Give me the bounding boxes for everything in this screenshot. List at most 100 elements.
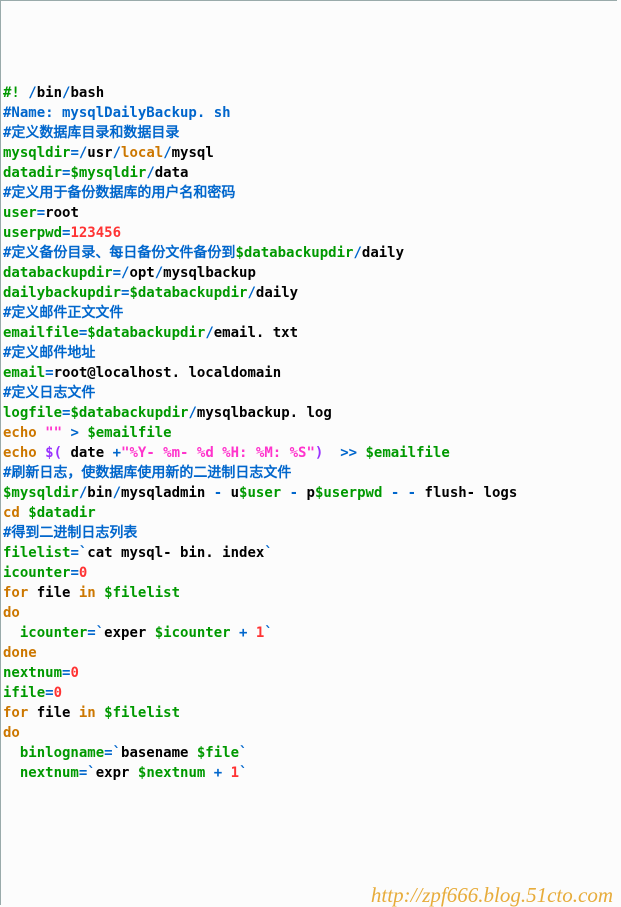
code-token: basename (121, 745, 197, 761)
code-token: date (62, 445, 113, 461)
code-token: $databackupdir (129, 285, 247, 301)
code-token: bin (87, 485, 112, 501)
code-token: opt (129, 265, 154, 281)
code-token: + (214, 765, 222, 781)
code-token (96, 705, 104, 721)
code-token: echo (3, 425, 37, 441)
code-line: cd $datadir (3, 503, 615, 523)
code-token: = (45, 685, 53, 701)
code-token: done (3, 645, 37, 661)
code-token: / (163, 145, 171, 161)
code-line: email=root@localhost. localdomain (3, 363, 615, 383)
code-token: echo (3, 445, 37, 461)
code-line: #定义备份目录、每日备份文件备份到$databackupdir/daily (3, 243, 615, 263)
code-token (222, 765, 230, 781)
code-token: $emailfile (366, 445, 450, 461)
code-token: file (28, 705, 79, 721)
code-token: for (3, 585, 28, 601)
code-token: nextnum (3, 665, 62, 681)
code-token: ifile (3, 685, 45, 701)
code-token: ` (239, 765, 247, 781)
code-token: data (155, 165, 189, 181)
code-line: mysqldir=/usr/local/mysql (3, 143, 615, 163)
watermark-text: http://zpf666.blog.51cto.com (371, 885, 613, 905)
code-token: $mysqldir (70, 165, 146, 181)
code-line: for file in $filelist (3, 583, 615, 603)
code-token (37, 445, 45, 461)
code-line: databackupdir=/opt/mysqlbackup (3, 263, 615, 283)
code-token: $databackupdir (235, 245, 353, 261)
code-token (323, 445, 340, 461)
code-token: mysqladmin (121, 485, 214, 501)
code-token: =` (70, 545, 87, 561)
code-token (3, 625, 20, 641)
code-line: do (3, 603, 615, 623)
code-line: icounter=0 (3, 563, 615, 583)
code-token: bin (37, 85, 62, 101)
code-token: =/ (113, 265, 130, 281)
code-token: #定义日志文件 (3, 385, 95, 401)
code-token: exper (104, 625, 155, 641)
code-token: > (70, 425, 87, 441)
code-token: filelist (3, 545, 70, 561)
code-line: icounter=`exper $icounter + 1` (3, 623, 615, 643)
code-token: $userpwd (315, 485, 382, 501)
code-token: daily (362, 245, 404, 261)
code-token: icounter (20, 625, 87, 641)
code-line: user=root (3, 203, 615, 223)
code-token: / (205, 325, 213, 341)
code-token: #Name: mysqlDailyBackup. sh (3, 105, 231, 121)
code-token: + (113, 445, 121, 461)
code-token: - (214, 485, 222, 501)
code-token (3, 765, 20, 781)
code-token: / (155, 265, 163, 281)
code-token: =/ (70, 145, 87, 161)
code-token: "%Y- %m- %d %H: %M: %S" (121, 445, 315, 461)
code-token (382, 485, 390, 501)
code-token: #定义备份目录、每日备份文件备份到 (3, 245, 235, 261)
code-token: #定义用于备份数据库的用户名和密码 (3, 185, 235, 201)
code-token: do (3, 605, 20, 621)
code-token (231, 625, 239, 641)
code-token: $( (45, 445, 62, 461)
code-token: mysql (172, 145, 214, 161)
code-line: for file in $filelist (3, 703, 615, 723)
code-token: 123456 (70, 225, 121, 241)
code-token: / (188, 405, 196, 421)
code-line: nextnum=`expr $nextnum + 1` (3, 763, 615, 783)
code-token: = (37, 205, 45, 221)
code-line: datadir=$mysqldir/data (3, 163, 615, 183)
code-token: $user (239, 485, 281, 501)
code-line: #得到二进制日志列表 (3, 523, 615, 543)
code-token: in (79, 585, 96, 601)
code-line: #定义邮件地址 (3, 343, 615, 363)
code-token: $mysqldir (3, 485, 79, 501)
code-token: $databackupdir (70, 405, 188, 421)
code-token (37, 425, 45, 441)
code-token: icounter (3, 565, 70, 581)
code-token: cat mysql- bin. index (87, 545, 264, 561)
code-token: expr (96, 765, 138, 781)
code-line: dailybackupdir=$databackupdir/daily (3, 283, 615, 303)
code-token: #定义邮件正文文件 (3, 305, 123, 321)
code-token: $datadir (28, 505, 95, 521)
code-token: 1 (231, 765, 239, 781)
code-line: #定义数据库目录和数据目录 (3, 123, 615, 143)
code-token: #定义数据库目录和数据目录 (3, 125, 179, 141)
code-token: mysqlbackup (163, 265, 256, 281)
code-token: bash (70, 85, 104, 101)
code-token: nextnum (20, 765, 79, 781)
code-token: binlogname (20, 745, 104, 761)
code-token: dailybackupdir (3, 285, 121, 301)
code-token: "" (45, 425, 62, 441)
code-token: root@localhost. localdomain (54, 365, 282, 381)
code-token: usr (87, 145, 112, 161)
code-token: userpwd (3, 225, 62, 241)
code-token: #刷新日志，使数据库使用新的二进制日志文件 (3, 465, 291, 481)
code-line: userpwd=123456 (3, 223, 615, 243)
code-token (3, 745, 20, 761)
code-token: / (113, 145, 121, 161)
code-token: #定义邮件地址 (3, 345, 95, 361)
code-token: =` (104, 745, 121, 761)
code-token (281, 485, 289, 501)
